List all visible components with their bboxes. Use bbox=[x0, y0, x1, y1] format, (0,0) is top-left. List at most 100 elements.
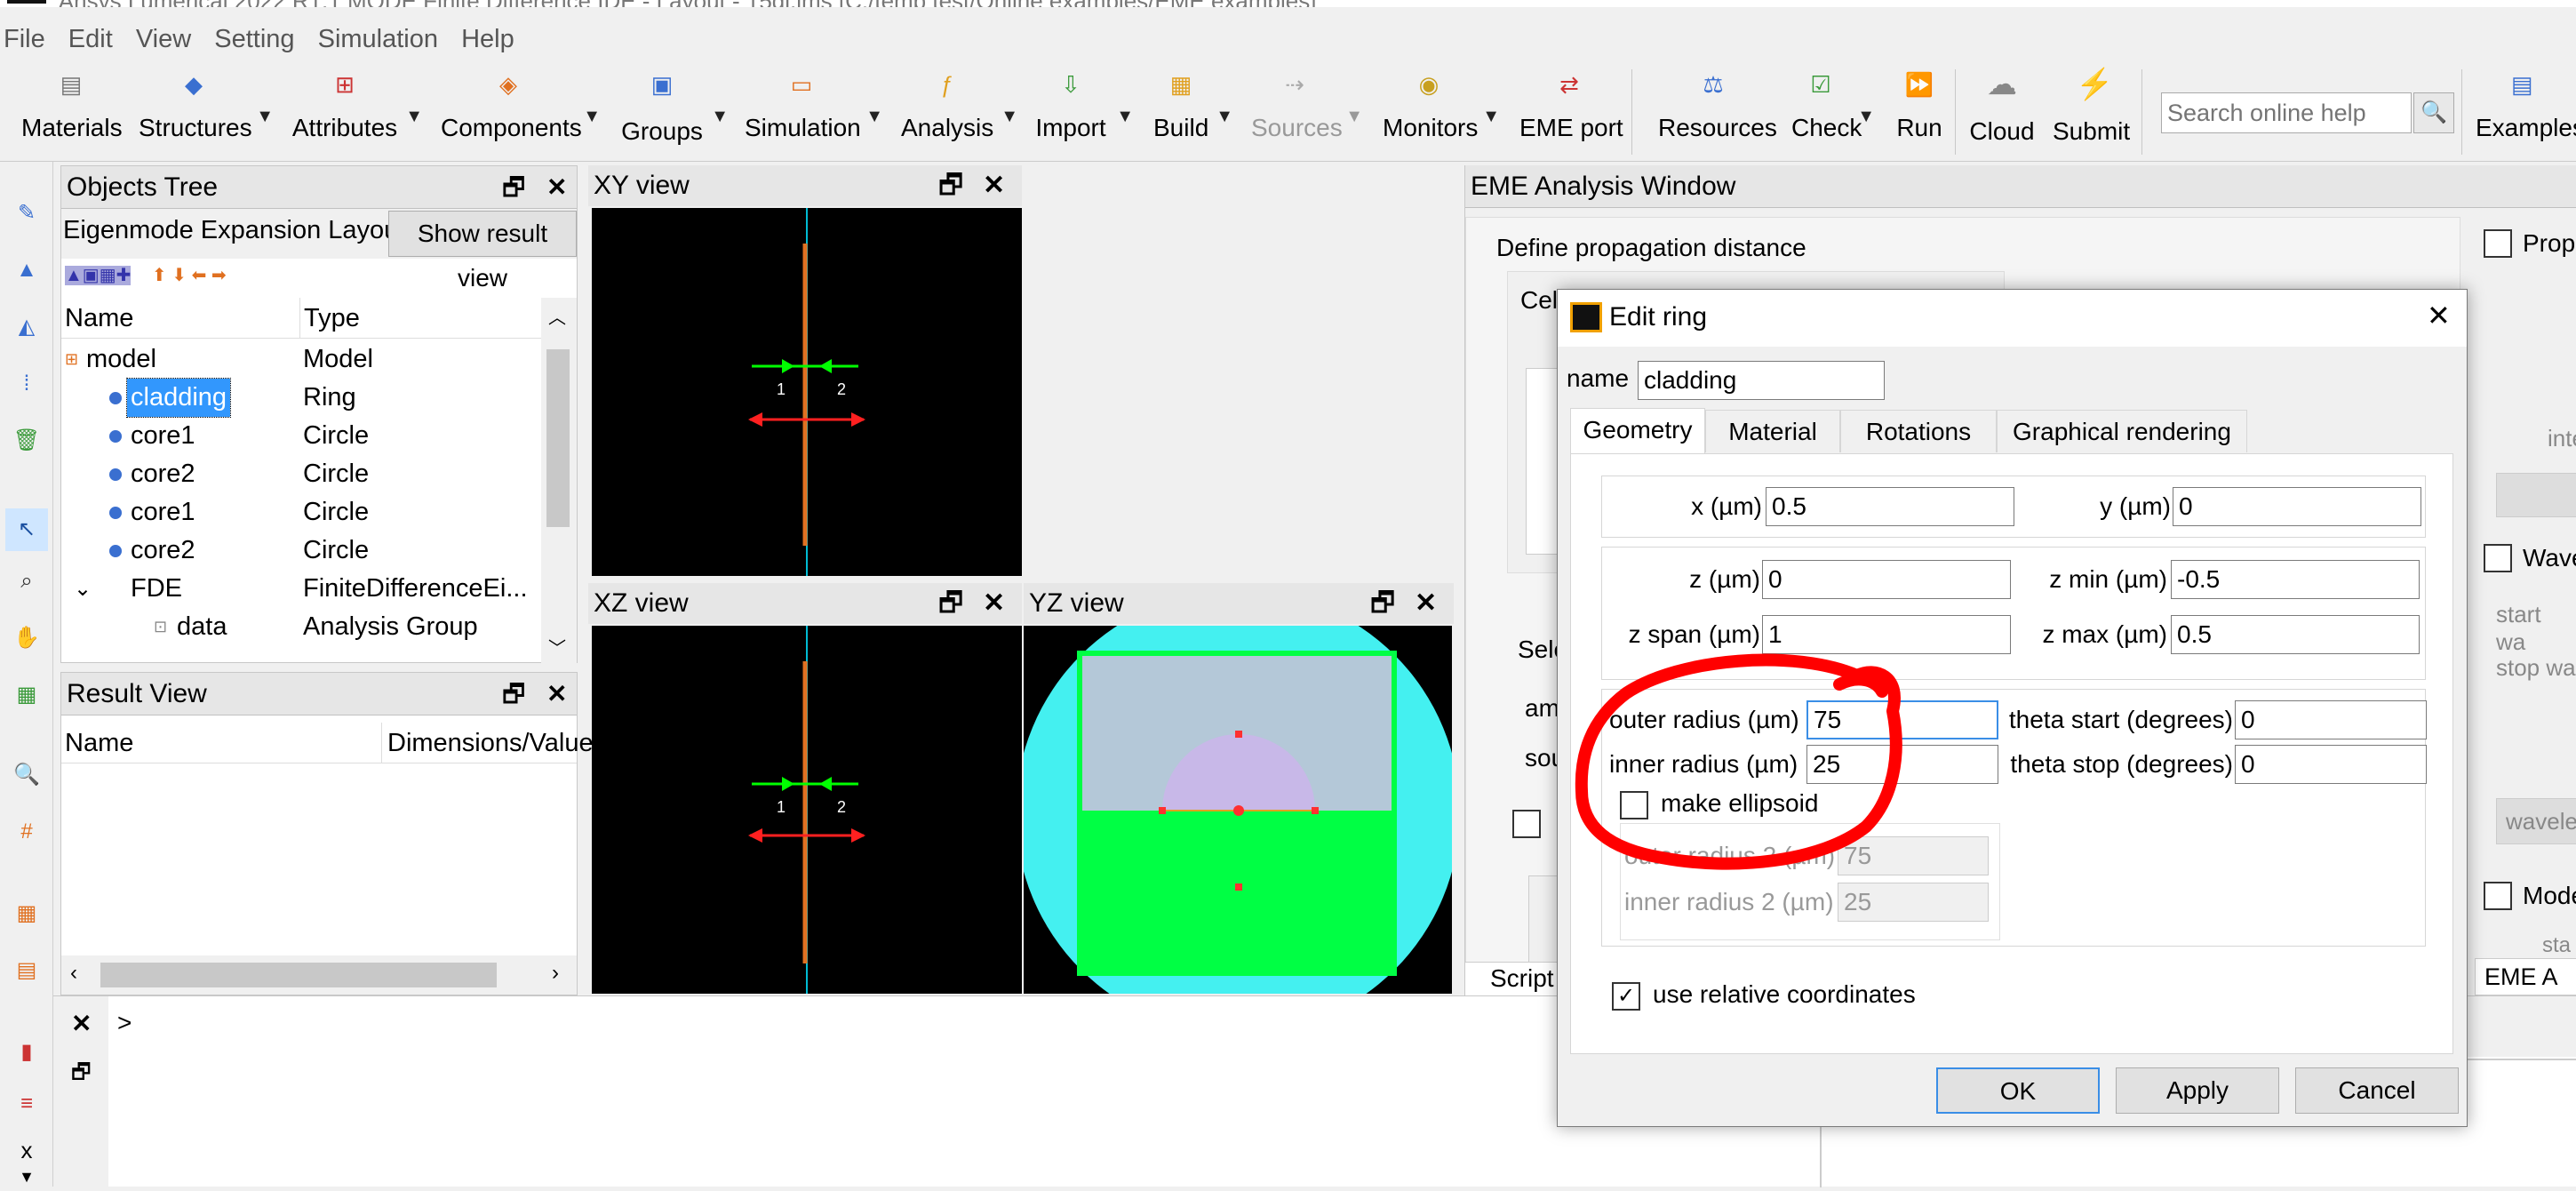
scroll-down-icon[interactable]: ﹀ bbox=[548, 634, 566, 659]
components-button[interactable]: ◈ Components ▼ bbox=[441, 64, 601, 162]
show-result-view-button[interactable]: Show result view bbox=[388, 211, 577, 292]
tab-material[interactable]: Material bbox=[1705, 410, 1840, 452]
menu-edit[interactable]: Edit bbox=[68, 25, 113, 53]
arrow-down-icon[interactable]: ⬇ bbox=[171, 266, 187, 285]
zmax-input[interactable] bbox=[2171, 615, 2420, 654]
chevron-down-icon[interactable]: ▼ bbox=[711, 107, 729, 127]
xz-view-canvas[interactable]: 1 2 bbox=[592, 626, 1022, 994]
axis-x-icon[interactable]: x bbox=[12, 1136, 41, 1164]
yz-view-canvas[interactable] bbox=[1016, 590, 1460, 1035]
examples-button[interactable]: ▤ Examples bbox=[2476, 64, 2576, 162]
mountain-icon[interactable]: ▲ bbox=[12, 256, 41, 284]
close-icon[interactable]: ✕ bbox=[983, 165, 1005, 206]
tab-geometry[interactable]: Geometry bbox=[1570, 408, 1705, 454]
simulation-button[interactable]: ▭ Simulation ▼ bbox=[745, 64, 883, 162]
monitors-button[interactable]: ◉ Monitors ▼ bbox=[1383, 64, 1500, 162]
prism-icon[interactable]: ◭ bbox=[12, 313, 41, 341]
ok-button[interactable]: OK bbox=[1936, 1067, 2100, 1114]
float-panel-icon[interactable]: 🗗 bbox=[502, 166, 525, 209]
materials-button[interactable]: ▤ Materials bbox=[21, 64, 123, 162]
chevron-down-icon[interactable]: ▼ bbox=[12, 1163, 41, 1191]
tree-scrollbar[interactable]: ︿ ﹀ bbox=[541, 298, 577, 664]
chevron-down-icon[interactable]: ▼ bbox=[405, 107, 423, 127]
result-hscrollbar[interactable]: ‹ › bbox=[61, 955, 577, 995]
float-panel-icon[interactable]: 🗗 bbox=[1370, 583, 1395, 624]
script-file-icon[interactable]: ▤ bbox=[12, 956, 41, 985]
measure-icon[interactable]: ▦ bbox=[12, 681, 41, 709]
bar-icon[interactable]: ▮ bbox=[12, 1038, 41, 1067]
grid-snap-icon[interactable]: # bbox=[12, 818, 41, 846]
select-cursor-icon[interactable]: ↖ bbox=[5, 508, 48, 551]
layout-grid-icon[interactable]: ▦ bbox=[12, 899, 41, 928]
column-name[interactable]: Name bbox=[65, 298, 133, 339]
check-button[interactable]: ☑ Check ▼ bbox=[1791, 64, 1875, 162]
float-panel-icon[interactable]: 🗗 bbox=[71, 1057, 92, 1093]
arrow-right-icon[interactable]: ➡ bbox=[211, 266, 227, 285]
cancel-button[interactable]: Cancel bbox=[2295, 1067, 2459, 1114]
eme-a-tab[interactable]: EME A bbox=[2475, 958, 2576, 995]
build-button[interactable]: ▦ Build ▼ bbox=[1153, 64, 1233, 162]
column-type[interactable]: Type bbox=[299, 298, 360, 339]
eme-checkbox[interactable] bbox=[1512, 810, 1541, 838]
analysis-button[interactable]: ƒ Analysis ▼ bbox=[901, 64, 1018, 162]
menu-simulation[interactable]: Simulation bbox=[318, 25, 438, 53]
close-icon[interactable]: ✕ bbox=[546, 166, 567, 209]
scroll-up-icon[interactable]: ︿ bbox=[548, 303, 566, 329]
column-dimensions-value[interactable]: Dimensions/Value bbox=[381, 723, 594, 763]
theta-start-input[interactable] bbox=[2235, 700, 2427, 739]
close-icon[interactable]: ✕ bbox=[1415, 583, 1437, 624]
collapse-chevron-icon[interactable]: ⌄ bbox=[74, 570, 92, 608]
chevron-down-icon[interactable]: ▼ bbox=[256, 107, 274, 127]
scrollbar-thumb[interactable] bbox=[100, 963, 497, 987]
chevron-down-icon[interactable]: ▼ bbox=[1116, 107, 1134, 127]
import-button[interactable]: ⇩ Import ▼ bbox=[1033, 64, 1134, 162]
groups-button[interactable]: ▣ Groups ▼ bbox=[620, 64, 729, 162]
grid-icon[interactable]: ⁞ bbox=[12, 370, 41, 398]
menu-help[interactable]: Help bbox=[461, 25, 514, 53]
cloud-button[interactable]: ☁ Cloud bbox=[1969, 64, 2035, 162]
close-icon[interactable]: ✕ bbox=[2427, 299, 2451, 332]
wavelength-button[interactable]: wavelen bbox=[2496, 798, 2576, 844]
x-input[interactable] bbox=[1766, 487, 2014, 526]
search-input[interactable] bbox=[2161, 92, 2412, 133]
chevron-down-icon[interactable]: ▼ bbox=[1216, 107, 1233, 127]
arrow-left-icon[interactable]: ⬅ bbox=[192, 266, 207, 285]
tab-graphical-rendering[interactable]: Graphical rendering bbox=[1997, 410, 2247, 452]
menu-setting[interactable]: Setting bbox=[214, 25, 294, 53]
float-panel-icon[interactable]: 🗗 bbox=[938, 583, 963, 624]
eme-port-button[interactable]: ⇄ EME port bbox=[1519, 64, 1623, 162]
column-name[interactable]: Name bbox=[65, 723, 133, 763]
run-button[interactable]: ⏩ Run bbox=[1896, 64, 1942, 162]
chevron-down-icon[interactable]: ▼ bbox=[1345, 107, 1363, 127]
propagation-checkbox[interactable] bbox=[2484, 229, 2512, 258]
name-input[interactable] bbox=[1638, 361, 1885, 400]
float-panel-icon[interactable]: 🗗 bbox=[938, 165, 963, 206]
tab-rotations[interactable]: Rotations bbox=[1840, 410, 1997, 452]
close-icon[interactable]: ✕ bbox=[546, 673, 567, 715]
hand-pan-icon[interactable]: ✋ bbox=[12, 624, 41, 652]
edit-icon[interactable]: ✎ bbox=[12, 199, 41, 228]
theta-stop-input[interactable] bbox=[2235, 745, 2427, 784]
zmin-input[interactable] bbox=[2171, 560, 2420, 599]
arrow-up-icon[interactable]: ⬆ bbox=[152, 266, 167, 285]
y-input[interactable] bbox=[2173, 487, 2421, 526]
apply-button[interactable]: Apply bbox=[2116, 1067, 2279, 1114]
z-input[interactable] bbox=[1762, 560, 2011, 599]
wave-checkbox[interactable] bbox=[2484, 544, 2512, 572]
menu-view[interactable]: View bbox=[136, 25, 191, 53]
scroll-left-icon[interactable]: ‹ bbox=[70, 961, 77, 986]
float-panel-icon[interactable]: 🗗 bbox=[502, 673, 525, 715]
relative-coordinates-checkbox[interactable]: ✓ bbox=[1612, 982, 1640, 1011]
chevron-down-icon[interactable]: ▼ bbox=[1482, 107, 1500, 127]
magnify-red-icon[interactable]: 🔍 bbox=[12, 761, 41, 789]
chevron-down-icon[interactable]: ▼ bbox=[583, 107, 601, 127]
expand-icon[interactable]: ⊞ bbox=[65, 340, 78, 379]
chevron-down-icon[interactable]: ▼ bbox=[865, 107, 883, 127]
attributes-button[interactable]: ⊞ Attributes ▼ bbox=[291, 64, 423, 162]
trash-icon[interactable]: 🗑 bbox=[12, 427, 41, 455]
script-tab[interactable]: Script bbox=[1490, 964, 1554, 993]
submit-button[interactable]: ⚡ Submit bbox=[2053, 64, 2130, 162]
zoom-icon[interactable]: ⌕ bbox=[12, 567, 41, 596]
close-icon[interactable]: ✕ bbox=[983, 583, 1005, 624]
chevron-down-icon[interactable]: ▼ bbox=[1001, 107, 1018, 127]
